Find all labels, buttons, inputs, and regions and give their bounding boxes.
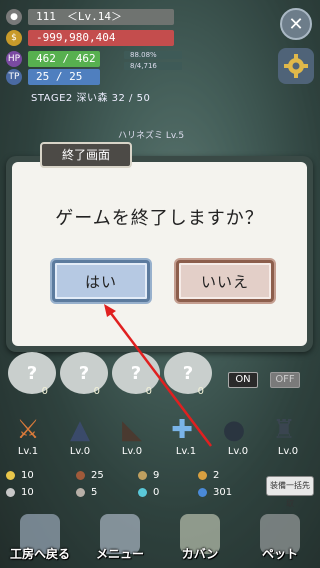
resource-7-value: 0 bbox=[153, 487, 160, 498]
equip-level-4: Lv.1 bbox=[175, 446, 197, 457]
resource-6: 5 bbox=[76, 487, 97, 498]
weapon-sword-icon[interactable]: ⚔ bbox=[8, 410, 48, 450]
nav-label: ペット bbox=[261, 547, 298, 561]
nav-menu[interactable]: メニュー bbox=[80, 510, 160, 568]
stage-label: STAGE2 深い森 32 / 50 bbox=[31, 93, 151, 104]
question-icon: ? bbox=[182, 362, 194, 384]
resource-6-value: 5 bbox=[91, 487, 98, 498]
resource-5-value: 10 bbox=[21, 487, 34, 498]
nav-pet[interactable]: ペット bbox=[240, 510, 320, 568]
equip-level-6: Lv.0 bbox=[277, 446, 299, 457]
quick-slot-4-count: 0 bbox=[197, 386, 204, 397]
no-button[interactable]: いいえ bbox=[176, 260, 274, 302]
resource-1: 10 bbox=[6, 470, 34, 481]
resource-7: 0 bbox=[138, 487, 159, 498]
exit-dialog-panel: ゲームを終了しますか？ はい いいえ bbox=[12, 162, 307, 346]
resource-icon bbox=[198, 471, 207, 480]
person-icon: ● bbox=[6, 9, 22, 25]
boots-icon[interactable]: ◣ bbox=[112, 410, 152, 450]
nav-label: メニュー bbox=[95, 547, 144, 561]
resource-8: 301 bbox=[198, 487, 232, 498]
resource-3-value: 9 bbox=[153, 470, 160, 481]
resource-4: 2 bbox=[198, 470, 219, 481]
mini-bar-1: 88.08% bbox=[124, 51, 182, 59]
mp-icon: TP bbox=[6, 69, 22, 85]
nav-back-to-workshop[interactable]: 工房へ戻る bbox=[0, 510, 80, 568]
nav-label: 工房へ戻る bbox=[9, 547, 70, 561]
question-icon: ? bbox=[130, 362, 142, 384]
resource-icon bbox=[138, 488, 147, 497]
hp-icon: HP bbox=[6, 51, 22, 67]
hp-bar: 462 / 462 bbox=[28, 51, 100, 67]
hp-row: HP 462 / 462 bbox=[6, 50, 100, 68]
question-icon: ? bbox=[78, 362, 90, 384]
mini-bars: 88.08% 8/4,716 bbox=[124, 51, 182, 73]
bottom-nav: 工房へ戻る メニュー カバン ペット bbox=[0, 510, 320, 568]
mini-bar-2: 8/4,716 bbox=[124, 62, 182, 70]
auto-on-toggle[interactable]: ON bbox=[228, 372, 258, 388]
resource-1-value: 10 bbox=[21, 470, 34, 481]
gear-icon bbox=[284, 54, 308, 78]
close-icon: ✕ bbox=[288, 13, 304, 35]
resource-icon bbox=[76, 488, 85, 497]
close-button[interactable]: ✕ bbox=[280, 8, 312, 40]
money-bar: -999,980,404 bbox=[28, 30, 174, 46]
money-row: $ -999,980,404 bbox=[6, 29, 174, 47]
resource-icon bbox=[76, 471, 85, 480]
cross-shield-icon[interactable]: ✚ bbox=[162, 410, 202, 450]
resource-3: 9 bbox=[138, 470, 159, 481]
mp-row: TP 25 / 25 bbox=[6, 68, 100, 86]
nav-bag[interactable]: カバン bbox=[160, 510, 240, 568]
ring-icon[interactable]: ● bbox=[214, 410, 254, 450]
resource-icon bbox=[6, 471, 15, 480]
exit-dialog: ゲームを終了しますか？ はい いいえ bbox=[6, 156, 313, 352]
question-icon: ? bbox=[26, 362, 38, 384]
coin-icon: $ bbox=[6, 30, 22, 46]
resource-icon bbox=[6, 488, 15, 497]
yes-button[interactable]: はい bbox=[52, 260, 150, 302]
equip-level-3: Lv.0 bbox=[121, 446, 143, 457]
resource-2-value: 25 bbox=[91, 470, 104, 481]
quick-slot-2-count: 0 bbox=[93, 386, 100, 397]
resource-2: 25 bbox=[76, 470, 104, 481]
resource-4-value: 2 bbox=[213, 470, 220, 481]
nav-label: カバン bbox=[181, 547, 219, 561]
resource-icon bbox=[198, 488, 207, 497]
equip-level-5: Lv.0 bbox=[227, 446, 249, 457]
resource-8-value: 301 bbox=[213, 487, 233, 498]
equip-level-1: Lv.1 bbox=[17, 446, 39, 457]
equip-all-button[interactable]: 装備一括先取 bbox=[266, 476, 314, 508]
equip-level-2: Lv.0 bbox=[69, 446, 91, 457]
resource-icon bbox=[138, 471, 147, 480]
settings-button[interactable] bbox=[278, 48, 314, 84]
quick-slot-3-count: 0 bbox=[145, 386, 152, 397]
armor-icon[interactable]: ♜ bbox=[264, 410, 304, 450]
modal-title-tag: 終了画面 bbox=[40, 142, 132, 168]
enemy-label: ハリネズミ Lv.5 bbox=[118, 131, 185, 141]
resource-5: 10 bbox=[6, 487, 34, 498]
mp-bar: 25 / 25 bbox=[28, 69, 100, 85]
auto-off-toggle[interactable]: OFF bbox=[270, 372, 300, 388]
quick-slot-1-count: 0 bbox=[41, 386, 48, 397]
player-name-bar: 111 ＜Lv.14＞ bbox=[28, 9, 174, 25]
exit-dialog-message: ゲームを終了しますか？ bbox=[55, 208, 264, 229]
player-name-row: ● 111 ＜Lv.14＞ bbox=[6, 8, 174, 26]
helmet-icon[interactable]: ▲ bbox=[60, 410, 100, 450]
